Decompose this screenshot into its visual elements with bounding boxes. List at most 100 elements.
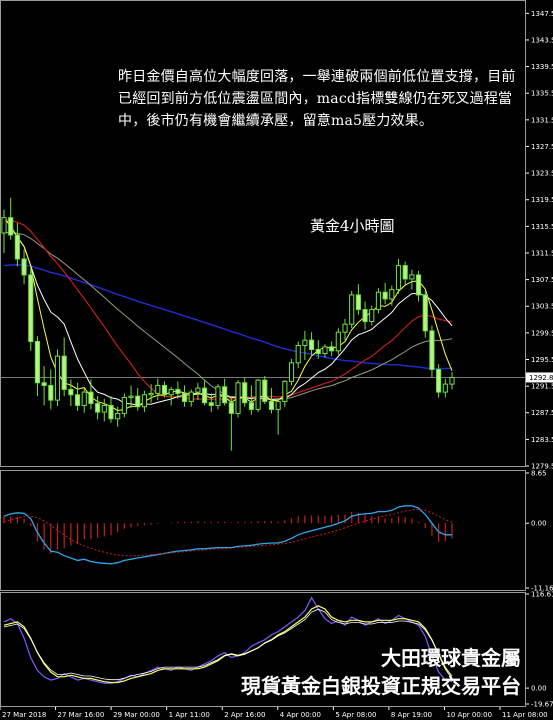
candle-body <box>101 404 107 413</box>
candle-body <box>436 368 442 393</box>
candle-body <box>148 392 154 396</box>
macd-panel-border <box>0 470 526 591</box>
candle-body <box>222 386 228 404</box>
candle-body <box>288 362 295 382</box>
time-tick-label: 5 Apr 08:00 <box>335 711 376 719</box>
candle-body <box>389 289 395 300</box>
stochastic-tick-label: 116.617 <box>531 591 553 599</box>
candle-body <box>449 376 455 385</box>
candle-body <box>429 330 435 370</box>
ma30-line <box>3 232 453 400</box>
price-tick-label: 1307.5 <box>531 276 553 284</box>
candle-body <box>322 346 328 354</box>
candle-body <box>329 346 335 352</box>
watermark: 大田環球貴金屬 現貨黃金白銀投資正規交易平台 <box>241 644 521 700</box>
stochastic-tick-label: 0.00 <box>531 685 547 693</box>
time-tick-label: 27 Mar 2018 <box>2 711 46 719</box>
candle-body <box>195 387 201 393</box>
candle-body <box>382 291 388 300</box>
candle-body <box>282 380 288 402</box>
macd-axis: 8.650.00-11.16 <box>526 470 553 593</box>
ma10-line <box>3 217 453 406</box>
time-tick-label: 2 Apr 16:00 <box>224 711 265 719</box>
candle-body <box>115 412 121 420</box>
macd-tick-label: 0.00 <box>531 520 547 528</box>
candle-body <box>242 382 248 404</box>
price-tick-label: 1295.5 <box>531 356 553 364</box>
candle-body <box>175 388 181 394</box>
candle-body <box>1 217 7 234</box>
watermark-line2: 現貨黃金白銀投資正規交易平台 <box>241 674 521 698</box>
price-tick-label: 1315.5 <box>531 223 553 231</box>
price-tick-label: 1299.5 <box>531 329 553 337</box>
candle-body <box>362 309 368 323</box>
candle-body <box>161 384 168 396</box>
price-tick-label: 1347.5 <box>531 10 553 18</box>
candle-body <box>255 379 261 410</box>
time-tick-label: 11 Apr 08:00 <box>502 711 548 719</box>
price-tick-label: 1311.5 <box>531 249 553 257</box>
price-axis: 1347.5 1343.5 1339.5 1335.5 1331.5 1327.5 1323… <box>526 10 553 471</box>
candle-body <box>369 309 375 323</box>
candle-body <box>215 386 221 406</box>
candle-body <box>141 394 147 408</box>
candle-body <box>188 391 194 402</box>
candle-body <box>28 274 34 343</box>
candle-body <box>442 383 448 393</box>
candle-body <box>309 339 315 350</box>
price-tick-label: 1327.5 <box>531 143 553 151</box>
candle-body <box>262 379 268 402</box>
candle-body <box>395 265 402 291</box>
candle-body <box>135 395 141 408</box>
time-tick-label: 1 Apr 11:00 <box>169 711 210 719</box>
candle-body <box>155 384 161 394</box>
price-tick-label: 1343.5 <box>531 36 553 44</box>
time-tick-label: 29 Mar 00:00 <box>113 711 160 719</box>
stochastic-tick-label: -19.671 <box>531 701 553 709</box>
candle-body <box>349 294 355 325</box>
candle-body <box>268 400 275 410</box>
candle-body <box>88 391 94 404</box>
macd-tick-label: 8.65 <box>531 470 547 478</box>
candle-body <box>14 234 20 260</box>
candle-body <box>228 402 234 414</box>
ma20-line <box>3 219 453 400</box>
candle-body <box>68 388 74 396</box>
time-tick-label: 8 Apr 19:00 <box>391 711 432 719</box>
price-tick-label: 1319.5 <box>531 196 553 204</box>
price-tick-label: 1339.5 <box>531 63 553 71</box>
price-tick-label: 1335.5 <box>531 90 553 98</box>
candle-body <box>21 258 27 276</box>
candle-body <box>8 217 14 236</box>
candle-body <box>335 331 341 352</box>
candle-body <box>81 391 87 406</box>
candle-body <box>95 402 101 413</box>
candle-body <box>128 395 134 398</box>
candle-body <box>315 349 321 354</box>
time-tick-label: 27 Mar 16:00 <box>58 711 105 719</box>
candle-body <box>248 402 254 410</box>
time-tick-label: 4 Apr 00:00 <box>280 711 321 719</box>
candle-body <box>61 355 67 390</box>
watermark-line1: 大田環球貴金屬 <box>381 646 521 670</box>
candle-body <box>108 404 114 420</box>
candle-body <box>275 400 281 410</box>
candle-body <box>355 294 361 311</box>
candle-body <box>54 355 61 401</box>
candle-body <box>235 382 241 414</box>
price-tick-label: 1323.5 <box>531 170 553 178</box>
price-tick-label: 1291.5 <box>531 383 553 391</box>
candle-body <box>181 392 188 402</box>
candle-body <box>48 384 54 401</box>
candle-body <box>41 382 47 386</box>
candle-body <box>168 388 174 396</box>
candle-body <box>202 387 208 404</box>
candle-body <box>415 274 422 296</box>
candle-body <box>121 396 127 414</box>
candle-body <box>402 265 408 280</box>
candle-body <box>208 402 214 406</box>
price-tick-label: 1287.5 <box>531 409 553 417</box>
current-price-label: 1292.8 <box>529 374 553 382</box>
candle-body <box>375 291 382 311</box>
candle-body <box>409 274 415 280</box>
